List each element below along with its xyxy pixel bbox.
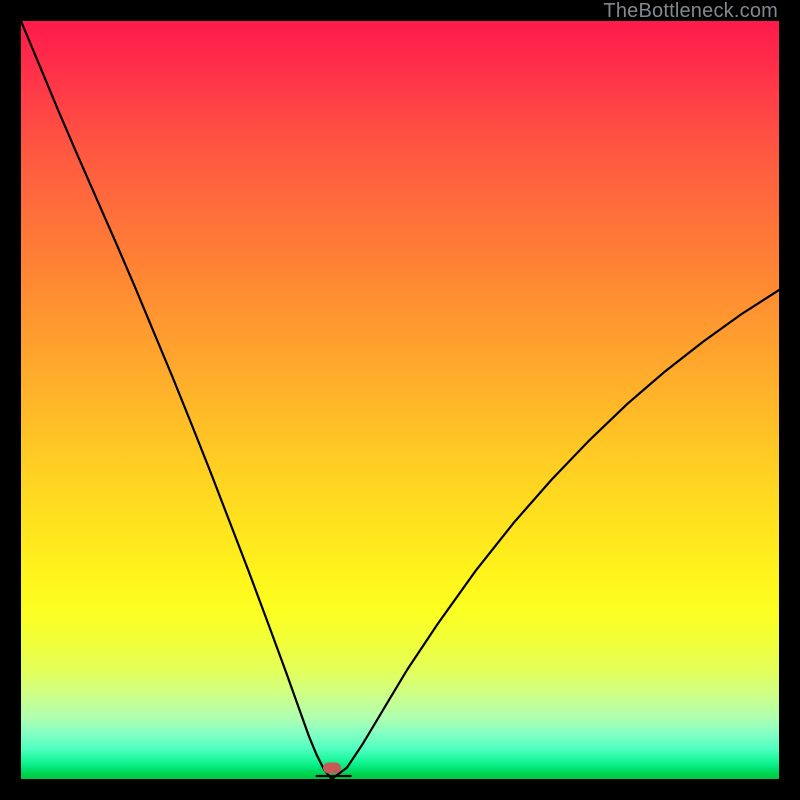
curve-right-branch — [332, 290, 779, 779]
minimum-marker — [323, 763, 341, 774]
plot-area — [21, 21, 779, 779]
chart-frame: TheBottleneck.com — [0, 0, 800, 800]
bottleneck-curve — [21, 21, 779, 779]
curve-left-branch — [21, 21, 332, 779]
watermark-text: TheBottleneck.com — [603, 0, 778, 23]
